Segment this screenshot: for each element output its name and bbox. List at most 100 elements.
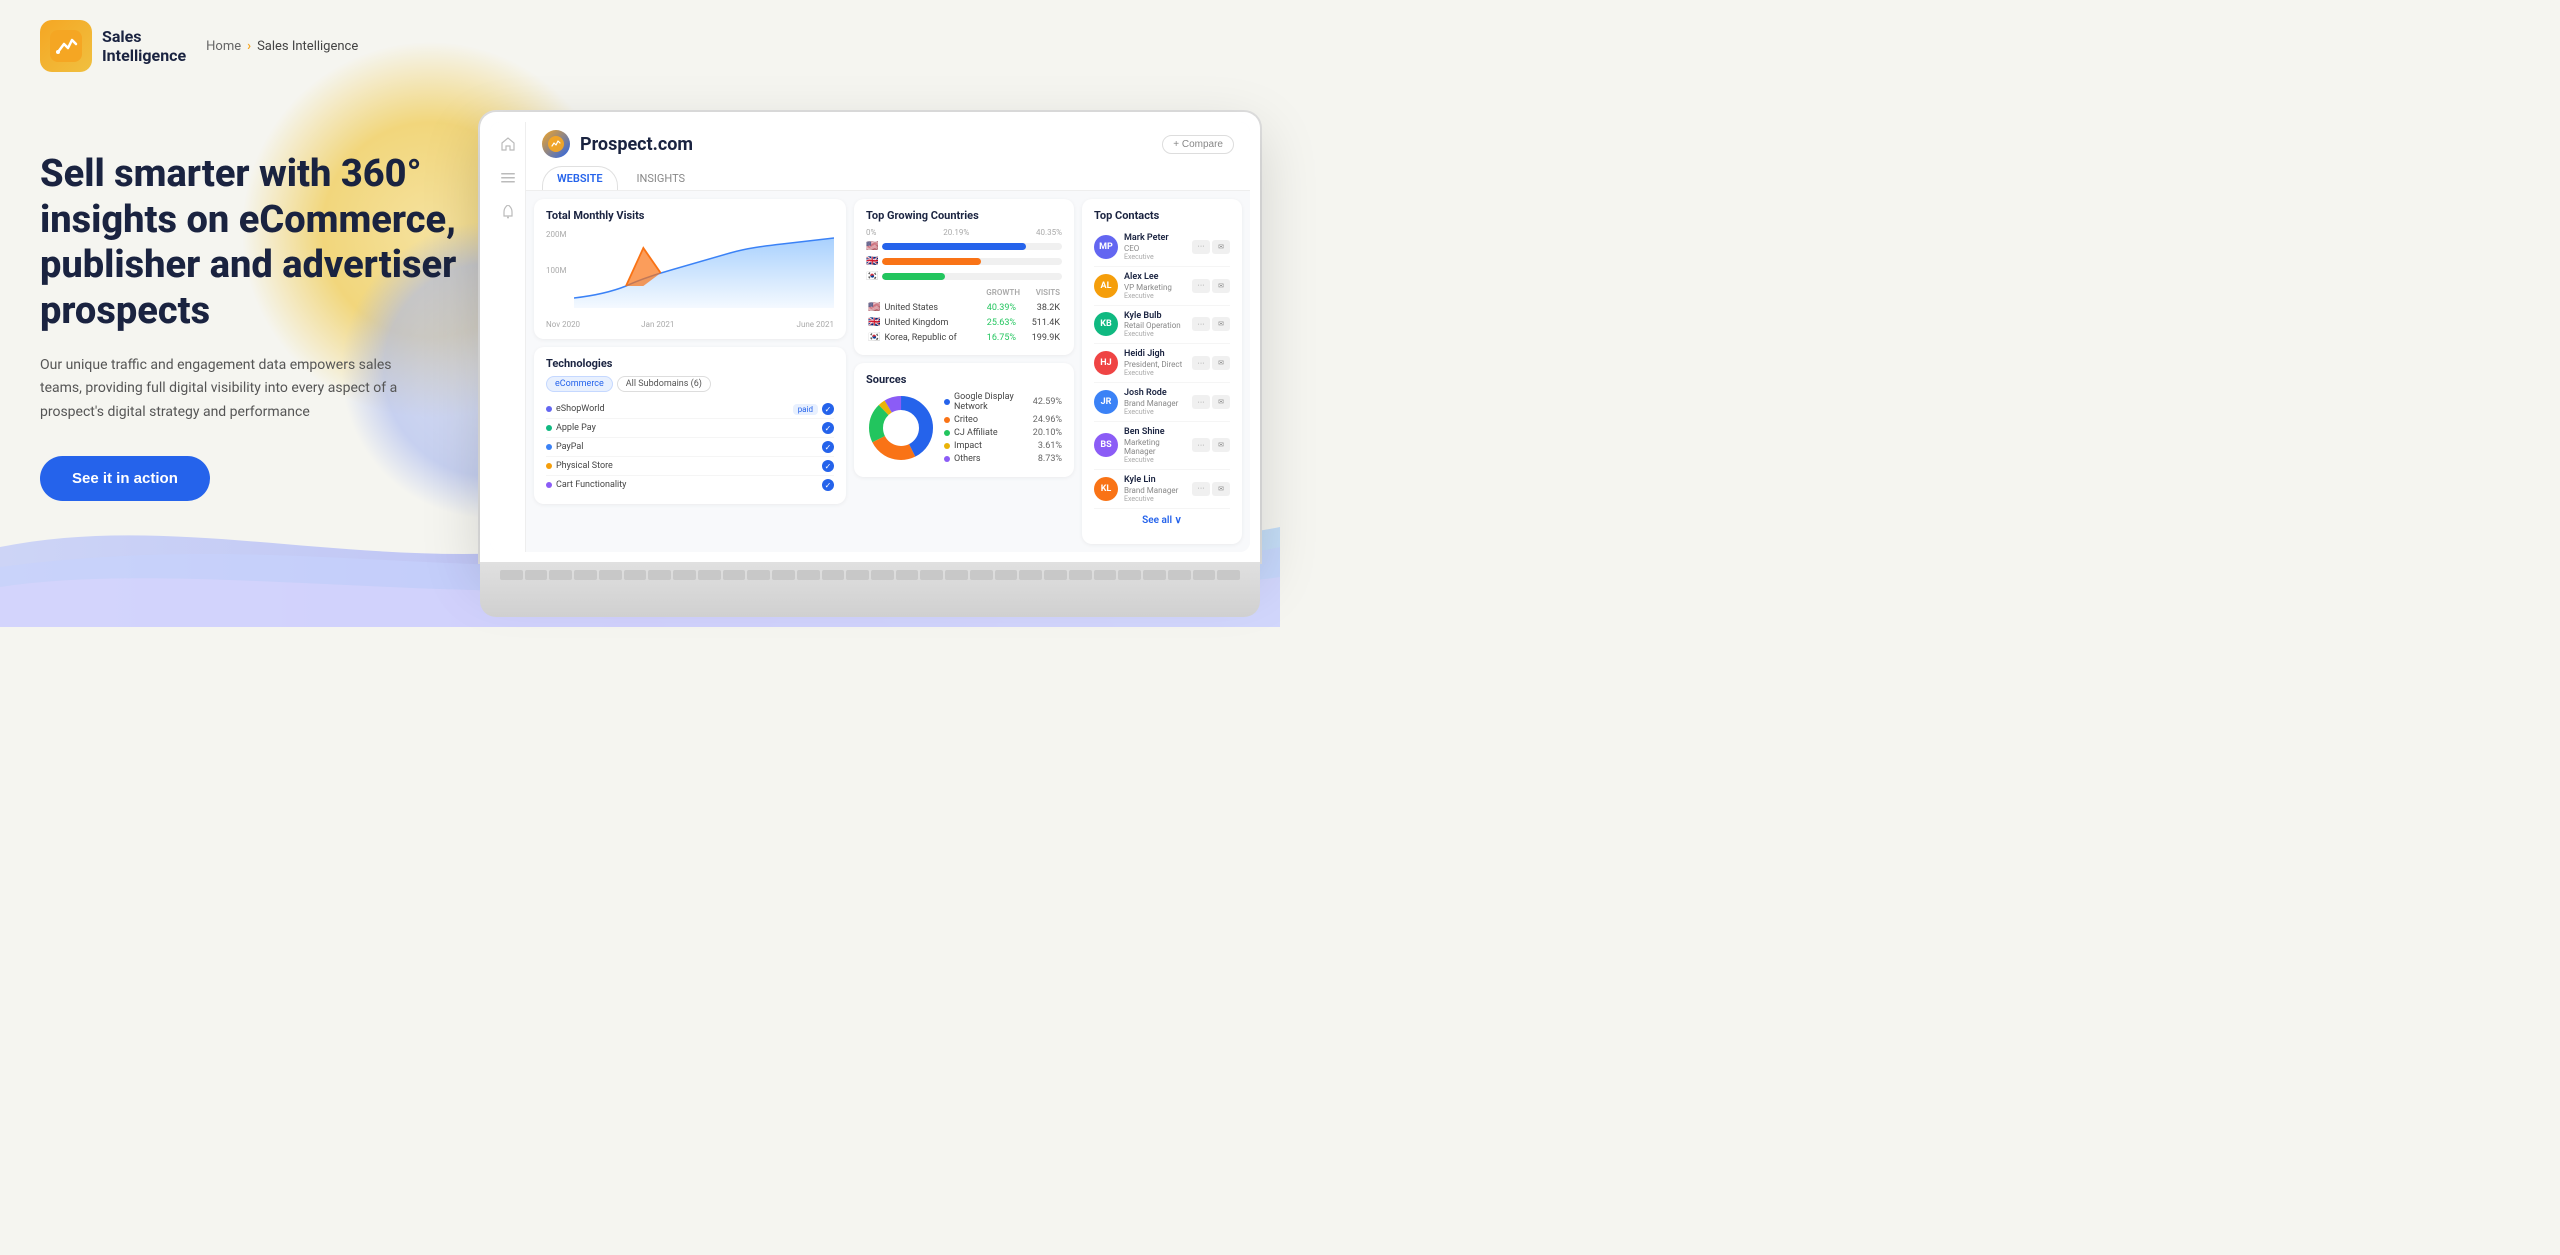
contact-action-btn2[interactable]: ✉ (1212, 240, 1230, 254)
dashboard-left-col: Total Monthly Visits 200M 100M (534, 199, 846, 544)
flag-kr: 🇰🇷 (866, 271, 878, 282)
key (1044, 570, 1067, 580)
breadcrumb-current: Sales Intelligence (257, 39, 358, 54)
compare-button[interactable]: + Compare (1162, 135, 1234, 154)
countries-table: GROWTH VISITS 🇺🇸 United States 40.39% 38… (866, 288, 1062, 345)
monthly-visits-card: Total Monthly Visits 200M 100M (534, 199, 846, 339)
country-row-uk: 🇬🇧 United Kingdom 25.63% 511.4K (866, 315, 1062, 330)
breadcrumb-home[interactable]: Home (206, 39, 241, 54)
cta-button[interactable]: See it in action (40, 456, 210, 501)
home-icon[interactable] (498, 134, 518, 154)
screen-inner: Prospect.com + Compare WEBSITE INSIGHTS (490, 122, 1250, 552)
flag-us: 🇺🇸 (866, 241, 878, 252)
key (1143, 570, 1166, 580)
bell-icon[interactable] (498, 202, 518, 222)
donut-chart (866, 393, 936, 467)
contact-action-btn[interactable]: ··· (1192, 279, 1210, 293)
company-row: Prospect.com + Compare (542, 130, 1234, 158)
source-dot (944, 399, 950, 405)
tech-dot (546, 482, 552, 488)
source-dot (944, 443, 950, 449)
tag-ecommerce[interactable]: eCommerce (546, 376, 613, 392)
technologies-card: Technologies eCommerce All Subdomains (6… (534, 347, 846, 504)
pct-labels: 0% 20.19% 40.35% (866, 228, 1062, 237)
hero-panel: Sell smarter with 360° insights on eComm… (40, 112, 500, 501)
top-contacts-card: Top Contacts MP Mark Peter CEO Executive (1082, 199, 1242, 544)
dashboard-right-col: Top Contacts MP Mark Peter CEO Executive (1082, 199, 1242, 544)
contact-action-btn[interactable]: ··· (1192, 356, 1210, 370)
key (1019, 570, 1042, 580)
tech-dot (546, 444, 552, 450)
contact-action-btn2[interactable]: ✉ (1212, 279, 1230, 293)
label-june: June 2021 (797, 320, 834, 329)
tag-subdomains[interactable]: All Subdomains (6) (617, 376, 711, 392)
tech-item: Apple Pay ✓ (546, 419, 834, 438)
countries-title: Top Growing Countries (866, 209, 1062, 222)
tech-badge-paid: paid (793, 404, 818, 415)
logo-text: Sales Intelligence (102, 27, 186, 65)
monthly-visits-chart: 200M 100M (546, 228, 834, 318)
sources-list: Google Display Network 42.59% Criteo 24.… (944, 392, 1062, 467)
source-item: Criteo 24.96% (944, 415, 1062, 425)
contact-info: Heidi Jigh President, Direct Executive (1124, 349, 1186, 377)
contact-action-btn[interactable]: ··· (1192, 240, 1210, 254)
contact-actions: ··· ✉ (1192, 482, 1230, 496)
dashboard-actions: + Compare (1162, 135, 1234, 154)
contact-info: Mark Peter CEO Executive (1124, 233, 1186, 261)
tech-dot (546, 463, 552, 469)
contact-action-btn[interactable]: ··· (1192, 482, 1210, 496)
key (1217, 570, 1240, 580)
contact-action-btn2[interactable]: ✉ (1212, 395, 1230, 409)
contact-avatar: AL (1094, 274, 1118, 298)
bar-row-uk: 🇬🇧 (866, 256, 1062, 267)
tech-item: PayPal ✓ (546, 438, 834, 457)
contact-action-btn2[interactable]: ✉ (1212, 317, 1230, 331)
label-jan: Jan 2021 (641, 320, 674, 329)
contact-action-btn[interactable]: ··· (1192, 438, 1210, 452)
contact-action-btn[interactable]: ··· (1192, 395, 1210, 409)
contact-avatar: BS (1094, 433, 1118, 457)
key (624, 570, 647, 580)
key (723, 570, 746, 580)
tech-name: eShopWorld (546, 404, 605, 414)
key (673, 570, 696, 580)
key (574, 570, 597, 580)
country-row-kr: 🇰🇷 Korea, Republic of 16.75% 199.9K (866, 330, 1062, 345)
tech-dot (546, 425, 552, 431)
logo-icon (40, 20, 92, 72)
contact-action-btn2[interactable]: ✉ (1212, 438, 1230, 452)
key (648, 570, 671, 580)
tab-website[interactable]: WEBSITE (542, 166, 618, 190)
logo: Sales Intelligence (40, 20, 186, 72)
top-contacts-title: Top Contacts (1094, 209, 1230, 222)
source-item: Impact 3.61% (944, 441, 1062, 451)
menu-icon[interactable] (498, 168, 518, 188)
tech-tags: eCommerce All Subdomains (6) (546, 376, 834, 392)
sources-inner: Google Display Network 42.59% Criteo 24.… (866, 392, 1062, 467)
laptop-screen: Prospect.com + Compare WEBSITE INSIGHTS (480, 112, 1260, 562)
key (698, 570, 721, 580)
key (1168, 570, 1191, 580)
contact-item: BS Ben Shine Marketing Manager Executive… (1094, 422, 1230, 470)
see-all-button[interactable]: See all ∨ (1094, 509, 1230, 526)
monthly-visits-title: Total Monthly Visits (546, 209, 834, 222)
tab-insights[interactable]: INSIGHTS (622, 166, 701, 190)
contact-item: JR Josh Rode Brand Manager Executive ··· (1094, 383, 1230, 422)
company-name: Prospect.com (580, 134, 693, 155)
key (1118, 570, 1141, 580)
contact-actions: ··· ✉ (1192, 317, 1230, 331)
contact-avatar: HJ (1094, 351, 1118, 375)
tech-item: Cart Functionality ✓ (546, 476, 834, 494)
contact-action-btn[interactable]: ··· (1192, 317, 1210, 331)
contact-info: Kyle Lin Brand Manager Executive (1124, 475, 1186, 503)
contact-action-btn2[interactable]: ✉ (1212, 482, 1230, 496)
y-label-100m: 100M (546, 266, 566, 275)
bar-track (882, 258, 1062, 265)
key (747, 570, 770, 580)
tech-check: ✓ (822, 460, 834, 472)
contact-actions: ··· ✉ (1192, 240, 1230, 254)
y-label-200m: 200M (546, 230, 566, 239)
contact-action-btn2[interactable]: ✉ (1212, 356, 1230, 370)
hero-description: Our unique traffic and engagement data e… (40, 354, 410, 423)
bar-fill-us (882, 243, 1026, 250)
